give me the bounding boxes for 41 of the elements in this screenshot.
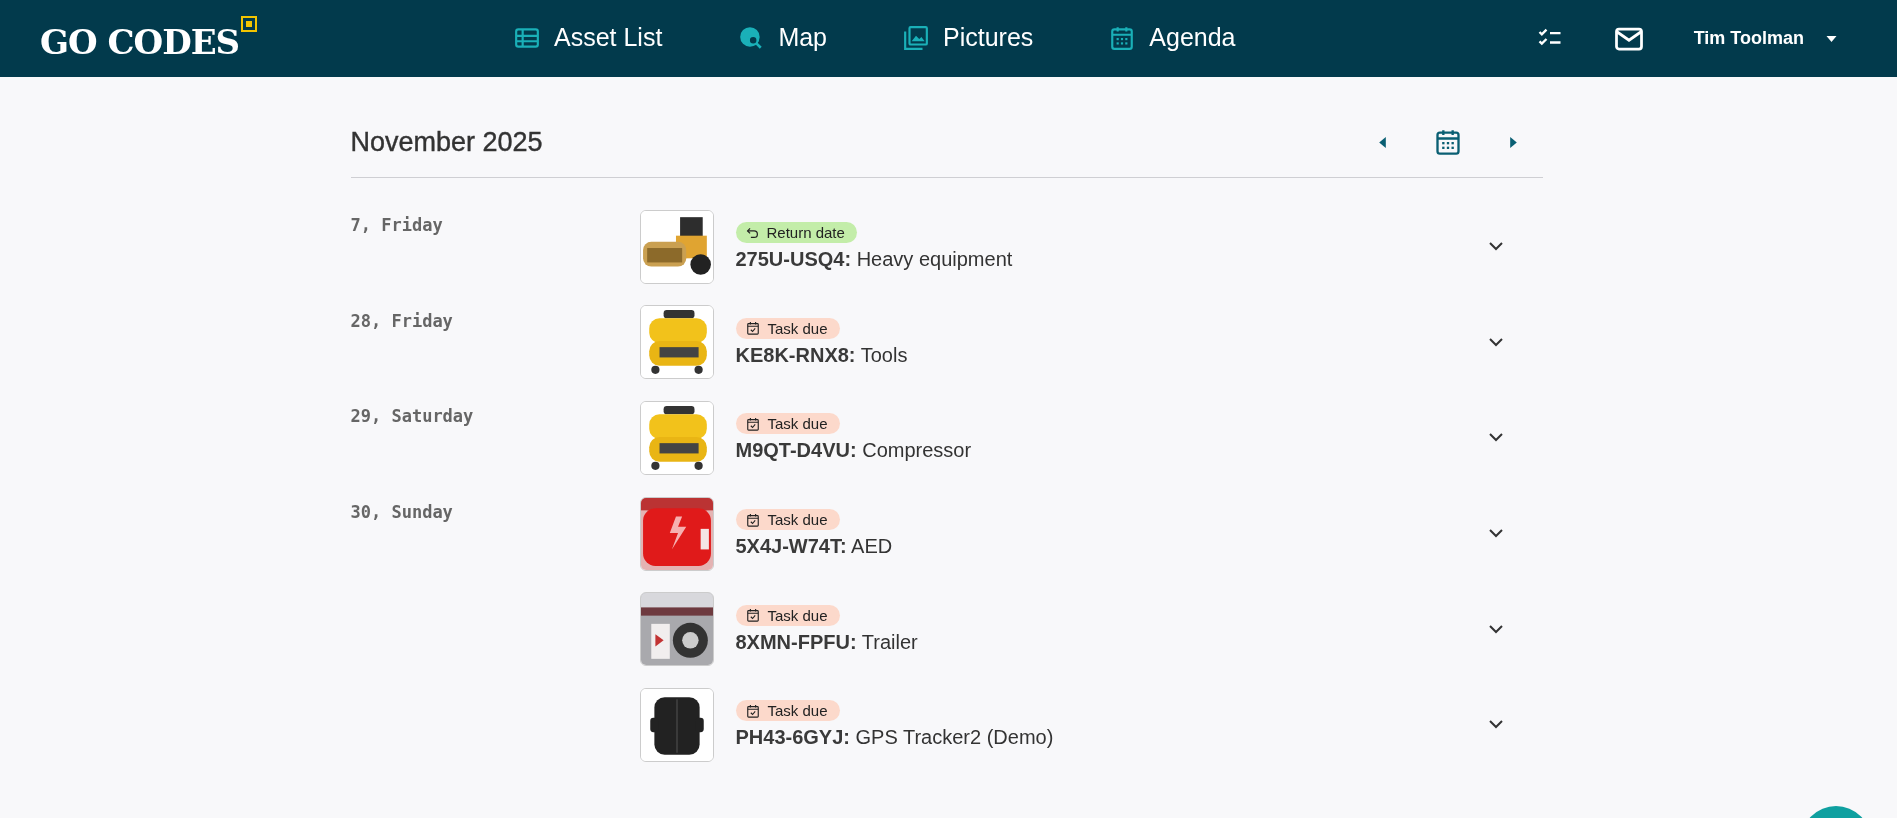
- chevron-down-icon: [1488, 337, 1503, 347]
- day-label: 29, Saturday: [350, 405, 475, 429]
- triangle-right-icon: [1509, 136, 1517, 148]
- user-menu[interactable]: Tim Toolman: [1693, 28, 1837, 49]
- triangle-left-icon: [1378, 136, 1386, 148]
- event-badge: Task due: [735, 509, 840, 531]
- calendar-check-icon: [745, 512, 760, 527]
- event-badge: Task due: [735, 700, 840, 722]
- day-label: 30, Sunday: [350, 500, 454, 524]
- event-badge: Task due: [735, 413, 840, 435]
- calendar-check-icon: [745, 417, 760, 431]
- chevron-down-icon: [1488, 529, 1503, 539]
- event-badge: Task due: [735, 317, 840, 339]
- chevron-down-icon: [1488, 720, 1503, 730]
- logo[interactable]: GO CODES: [40, 15, 510, 62]
- chevron-down-icon: [1488, 242, 1503, 252]
- month-title: November 2025: [350, 126, 543, 158]
- undo-icon: [745, 226, 759, 240]
- asset-title[interactable]: 8XMN-FPFU: Trailer: [735, 630, 918, 654]
- day-label: 7, Friday: [350, 214, 444, 237]
- event-badge: Task due: [735, 604, 840, 626]
- asset-title[interactable]: 275U-USQ4: Heavy equipment: [735, 248, 1013, 272]
- chevron-down-icon: [1488, 624, 1503, 634]
- calendar-check-icon: [745, 608, 760, 623]
- calendar-icon: [1433, 128, 1462, 156]
- nav-tab[interactable]: Agenda: [1105, 17, 1240, 60]
- asset-title[interactable]: M9QT-D4VU: Compressor: [735, 439, 972, 463]
- nav-tab[interactable]: Pictures: [899, 17, 1038, 60]
- pictures-icon: [903, 24, 929, 51]
- calendar-check-icon: [745, 703, 760, 718]
- caret-icon: [1826, 35, 1837, 42]
- day-label: 28, Friday: [350, 309, 454, 333]
- asset-title[interactable]: PH43-6GYJ: GPS Tracker2 (Demo): [735, 726, 1054, 750]
- calendar-icon: [1109, 24, 1136, 51]
- event-badge: Return date: [735, 222, 857, 244]
- nav-tab[interactable]: Map: [734, 17, 831, 60]
- calendar-check-icon: [745, 321, 760, 336]
- asset-title[interactable]: KE8K-RNX8: Tools: [735, 343, 908, 367]
- asset-title[interactable]: 5X4J-W74T: AED: [735, 535, 893, 559]
- nav-tab[interactable]: Asset List: [510, 17, 667, 60]
- chevron-down-icon: [1488, 433, 1503, 443]
